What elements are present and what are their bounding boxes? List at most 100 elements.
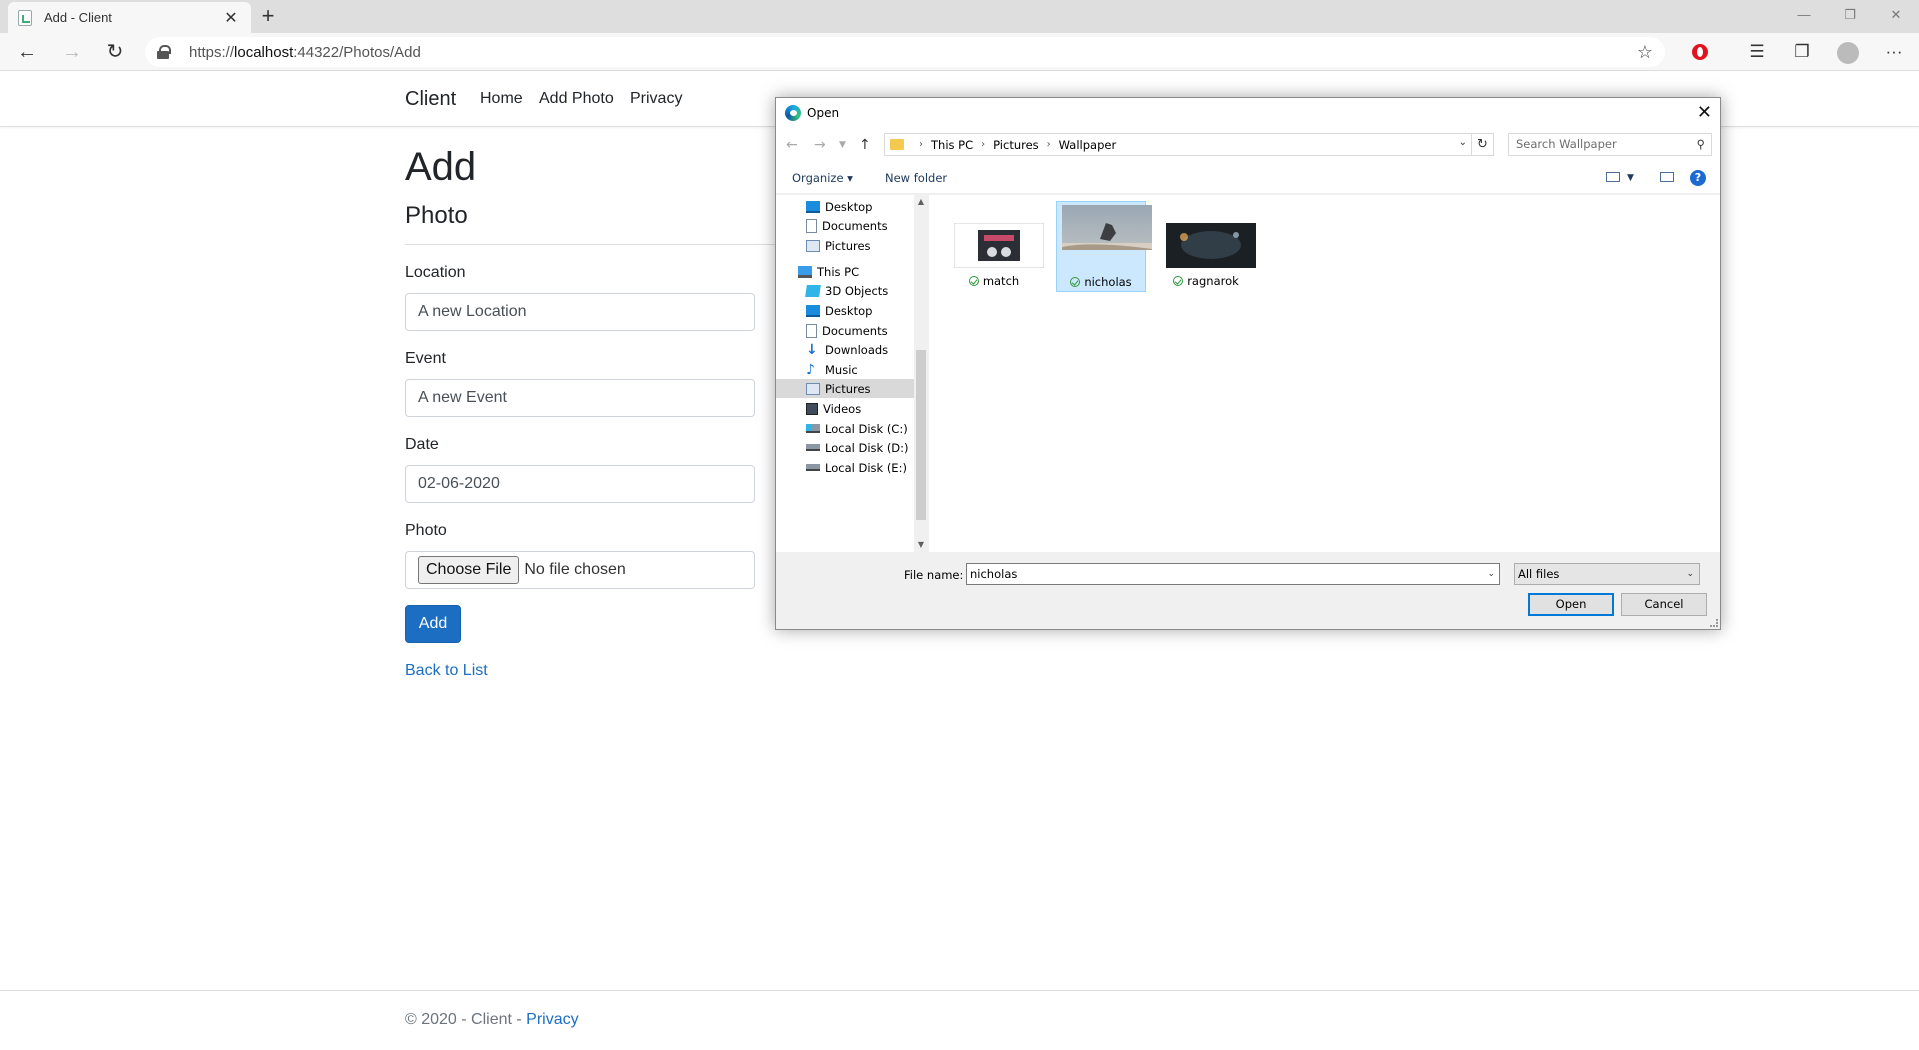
organize-menu[interactable]: Organize ▾ <box>792 171 853 185</box>
dialog-close-icon[interactable]: ✕ <box>1697 102 1712 123</box>
event-input[interactable]: A new Event <box>405 379 755 417</box>
file-name-ragnarok: ragnarok <box>1187 274 1239 288</box>
nav-desktop[interactable]: Desktop <box>806 301 872 320</box>
dialog-address-row: ← → ▼ ↑ › This PC › Pictures › Wallpaper… <box>776 128 1720 162</box>
footer: © 2020 - Client - Privacy <box>0 990 1919 1050</box>
refresh-icon[interactable]: ↻ <box>100 38 130 66</box>
file-type-select[interactable]: All files ⌄ <box>1514 563 1700 585</box>
location-input[interactable]: A new Location <box>405 293 755 331</box>
window-close-button[interactable]: ✕ <box>1873 0 1919 33</box>
dialog-breadcrumb[interactable]: › This PC › Pictures › Wallpaper ⌄ ↻ <box>884 133 1494 156</box>
photo-label: Photo <box>405 522 447 539</box>
new-folder-button[interactable]: New folder <box>885 171 947 185</box>
new-tab-button[interactable]: + <box>255 4 281 30</box>
nav-documents[interactable]: Documents <box>806 321 888 340</box>
more-menu-icon[interactable]: ··· <box>1878 38 1910 66</box>
resize-grip-icon[interactable] <box>1710 619 1718 627</box>
favorites-list-icon[interactable]: ☰ <box>1741 38 1773 66</box>
help-icon[interactable]: ? <box>1690 170 1706 186</box>
forward-arrow-icon[interactable]: → <box>57 38 87 66</box>
preview-pane-icon[interactable] <box>1660 172 1674 182</box>
nav-this-pc[interactable]: This PC <box>798 262 859 281</box>
nav-disk-e[interactable]: Local Disk (E:) <box>806 458 907 477</box>
sync-status-icon <box>1070 277 1081 287</box>
up-folder-icon[interactable]: ↑ <box>859 137 871 153</box>
file-item-nicholas[interactable]: nicholas <box>1056 201 1152 292</box>
view-dropdown-icon[interactable]: ▼ <box>1627 173 1634 183</box>
nav-videos[interactable]: Videos <box>806 399 861 418</box>
nav-quick-desktop[interactable]: Desktop <box>806 197 872 216</box>
pictures-icon <box>806 382 820 395</box>
minimize-button[interactable]: — <box>1781 0 1827 33</box>
crumb-this-pc[interactable]: This PC <box>931 138 973 152</box>
footer-privacy-link[interactable]: Privacy <box>526 1011 578 1028</box>
nav-3d-objects[interactable]: 3D Objects <box>805 281 888 300</box>
back-to-list-link[interactable]: Back to List <box>405 662 488 680</box>
crumb-dropdown-icon[interactable]: ⌄ <box>1459 137 1467 148</box>
back-arrow-icon[interactable]: ← <box>12 38 42 66</box>
scroll-up-icon[interactable]: ▲ <box>914 195 928 209</box>
cancel-button[interactable]: Cancel <box>1621 593 1707 616</box>
crumb-pictures[interactable]: Pictures <box>993 138 1039 152</box>
view-options-icon[interactable] <box>1606 172 1620 182</box>
scrollbar-thumb[interactable] <box>916 350 926 520</box>
add-submit-button[interactable]: Add <box>405 605 461 643</box>
documents-icon <box>806 323 817 338</box>
opera-extension-icon[interactable] <box>1684 38 1716 66</box>
crumb-wallpaper[interactable]: Wallpaper <box>1059 138 1117 152</box>
profile-avatar-icon[interactable] <box>1832 38 1864 66</box>
event-label: Event <box>405 350 446 367</box>
dialog-refresh-icon[interactable]: ↻ <box>1471 134 1493 155</box>
edge-logo-icon <box>785 105 801 121</box>
nav-disk-c[interactable]: Local Disk (C:) <box>806 419 908 438</box>
file-item-match[interactable]: match <box>949 201 1044 292</box>
nav-downloads[interactable]: ↓ Downloads <box>806 340 888 359</box>
site-brand[interactable]: Client <box>405 88 456 111</box>
url-path: :44322/Photos/Add <box>293 43 421 61</box>
date-input[interactable]: 02-06-2020 <box>405 465 755 503</box>
recent-dropdown-icon[interactable]: ▼ <box>839 140 846 150</box>
file-type-value: All files <box>1518 567 1560 581</box>
address-bar[interactable]: https://localhost:44322/Photos/Add ☆ <box>145 37 1665 67</box>
favorite-star-icon[interactable]: ☆ <box>1625 42 1665 63</box>
lock-icon[interactable] <box>157 45 171 59</box>
nav-disk-d[interactable]: Local Disk (D:) <box>806 438 909 457</box>
nav-quick-pictures[interactable]: Pictures <box>806 236 871 255</box>
chevron-down-icon[interactable]: ⌄ <box>1487 564 1495 584</box>
image-thumbnail-match <box>954 223 1044 268</box>
collections-icon[interactable]: ❐ <box>1786 38 1818 66</box>
nav-music[interactable]: ♪ Music <box>806 360 858 379</box>
browser-tab[interactable]: Add - Client ✕ <box>8 2 251 33</box>
desktop-icon <box>806 304 820 317</box>
file-name-nicholas: nicholas <box>1084 275 1132 289</box>
nav-pictures-selected[interactable]: Pictures <box>776 379 914 398</box>
system-disk-icon <box>806 424 820 433</box>
3d-objects-icon <box>805 284 821 297</box>
download-arrow-icon: ↓ <box>806 341 818 358</box>
dialog-back-icon[interactable]: ← <box>786 137 798 153</box>
nav-home[interactable]: Home <box>480 90 523 108</box>
window-controls: — ❐ ✕ <box>1781 0 1919 33</box>
file-item-ragnarok[interactable]: ragnarok <box>1161 201 1256 292</box>
restore-button[interactable]: ❐ <box>1827 0 1873 33</box>
file-name-input[interactable]: nicholas ⌄ <box>966 563 1500 585</box>
choose-file-button[interactable]: Choose File <box>418 556 520 584</box>
footer-copyright: © 2020 - Client - <box>405 1011 527 1028</box>
address-toolbar: ← → ↻ https://localhost:44322/Photos/Add… <box>0 33 1919 71</box>
open-button[interactable]: Open <box>1528 593 1614 616</box>
nav-privacy[interactable]: Privacy <box>630 90 682 108</box>
photo-file-input[interactable]: Choose File No file chosen <box>405 551 755 589</box>
dialog-search-placeholder: Search Wallpaper <box>1516 137 1617 151</box>
nav-quick-documents[interactable]: Documents <box>806 216 888 235</box>
nav-add-photo[interactable]: Add Photo <box>539 90 614 108</box>
dialog-forward-icon[interactable]: → <box>814 137 826 153</box>
date-label: Date <box>405 436 439 453</box>
nav-scrollbar[interactable]: ▲ ▼ <box>914 195 928 552</box>
scroll-down-icon[interactable]: ▼ <box>914 538 928 552</box>
chevron-down-icon[interactable]: ⌄ <box>1686 564 1694 584</box>
url-host: localhost <box>234 43 294 61</box>
video-film-icon <box>806 402 818 415</box>
tab-close-icon[interactable]: ✕ <box>221 8 241 28</box>
dialog-search-input[interactable]: Search Wallpaper ⚲ <box>1508 133 1712 156</box>
image-thumbnail-nicholas <box>1062 205 1152 250</box>
